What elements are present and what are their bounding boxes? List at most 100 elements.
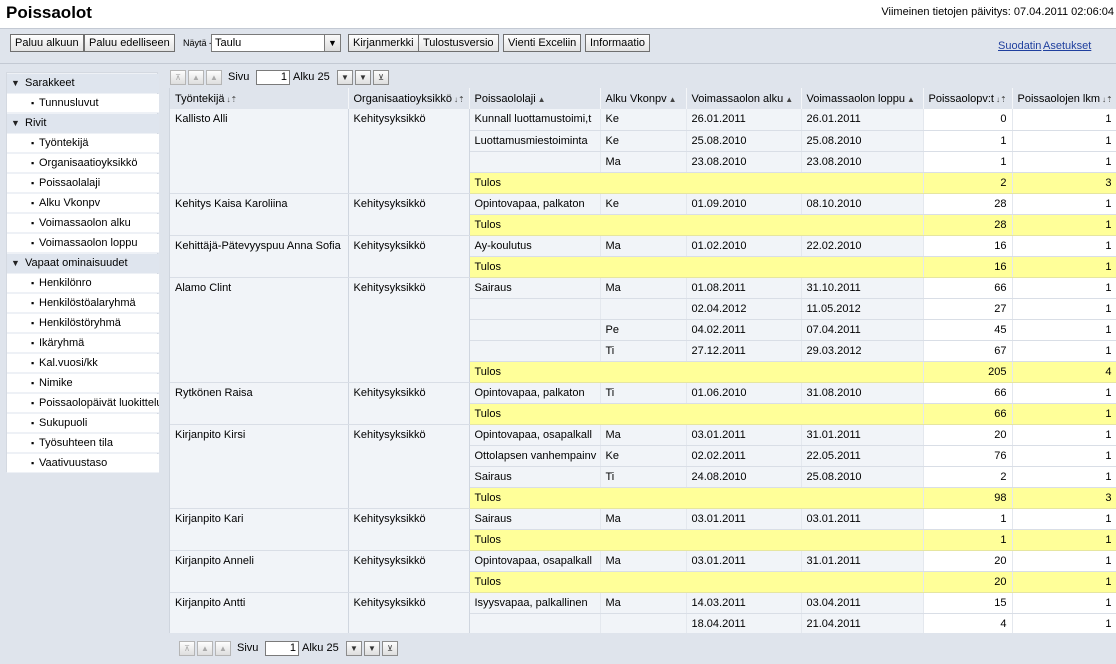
page-down-icon[interactable]: ▼ [346, 641, 362, 656]
page-number-input[interactable]: 1 [265, 641, 299, 656]
sidebar-item[interactable]: ▪ Organisaatioyksikkö [7, 154, 159, 173]
sort-icon[interactable]: ↓⇡ [227, 95, 238, 104]
column-header[interactable]: Poissaolojen lkm ↓⇡ [1012, 88, 1116, 109]
sidebar-item[interactable]: ▪ Nimike [7, 374, 159, 393]
chevron-down-icon[interactable]: ▼ [324, 35, 340, 51]
page-down-icon[interactable]: ▼ [337, 70, 353, 85]
sort-icon[interactable]: ↓⇡ [454, 95, 465, 104]
triangle-down-icon[interactable]: ▼ [11, 114, 20, 133]
page-up-icon[interactable]: ▲ [206, 70, 222, 85]
back-to-previous-button[interactable]: Paluu edelliseen [84, 34, 175, 52]
valid-from-cell: 02.02.2011 [686, 445, 802, 467]
sidebar-section[interactable]: ▼ Rivit [7, 114, 159, 133]
page-up-fast-icon[interactable]: ▲ [197, 641, 213, 656]
page-down-fast-icon[interactable]: ▼ [364, 641, 380, 656]
page-up-icon[interactable]: ▲ [215, 641, 231, 656]
sidebar-item[interactable]: ▪ Työntekijä [7, 134, 159, 153]
last-page-icon[interactable]: ⊻ [382, 641, 398, 656]
start-weekday-cell [600, 613, 687, 633]
table-row[interactable]: Kirjanpito Kari Kehitysyksikkö Sairaus Ma 03… [170, 508, 1116, 551]
sidebar-item[interactable]: ▪ Henkilönro [7, 274, 159, 293]
sidebar-section[interactable]: ▼ Vapaat ominaisuudet [7, 254, 159, 273]
table-row[interactable]: Kirjanpito Anneli Kehitysyksikkö Opintovap… [170, 550, 1116, 593]
page-title: Poissaolot [6, 3, 92, 22]
sidebar-item[interactable]: ▪ Voimassaolon loppu [7, 234, 159, 253]
start-weekday-cell: Ma [600, 151, 687, 173]
pager-bottom: ⊼ ▲ ▲ Sivu 1 Alku 25 ▼ ▼ ⊻ [179, 638, 409, 658]
column-header[interactable]: Työntekijä ↓⇡ [170, 88, 349, 109]
table-row[interactable]: Kehittäjä-Pätevyyspuu Anna Sofia Kehitysy… [170, 235, 1116, 278]
sidebar-item[interactable]: ▪ Alku Vkonpv [7, 194, 159, 213]
table-body: Kallisto Alli Kehitysyksikkö Kunnall luott… [170, 109, 1116, 633]
subtotal-days: 16 [923, 256, 1013, 278]
page-down-fast-icon[interactable]: ▼ [355, 70, 371, 85]
absence-days-cell: 2 [923, 466, 1013, 488]
back-to-start-button[interactable]: Paluu alkuun [10, 34, 84, 52]
sidebar-item[interactable]: ▪ Tunnusluvut [7, 94, 159, 113]
sidebar-item[interactable]: ▪ Voimassaolon alku [7, 214, 159, 233]
absence-days-cell: 27 [923, 298, 1013, 320]
sort-icon[interactable]: ▲ [785, 95, 793, 104]
sidebar-item[interactable]: ▪ Vaativuustaso [7, 454, 159, 473]
sidebar-item[interactable]: ▪ Henkilöstöryhmä [7, 314, 159, 333]
table-row[interactable]: Alamo Clint Kehitysyksikkö Sairaus Ma 01.08.… [170, 277, 1116, 383]
table-row[interactable]: Kallisto Alli Kehitysyksikkö Kunnall luott… [170, 109, 1116, 194]
triangle-down-icon[interactable]: ▼ [11, 254, 20, 273]
absence-days-cell: 66 [923, 382, 1013, 404]
employee-cell: Rytkönen Raisa [170, 382, 349, 425]
sidebar-item[interactable]: ▪ Poissaolopäivät luokittelu [7, 394, 159, 413]
subtotal-label: Tulos [469, 571, 924, 593]
column-header[interactable]: Voimassaolon loppu ▲ [801, 88, 924, 109]
start-weekday-cell: Ke [600, 193, 687, 215]
print-version-button[interactable]: Tulostusversio [418, 34, 499, 52]
sort-icon[interactable]: ▲ [538, 95, 546, 104]
sort-icon[interactable]: ↓⇡ [1102, 95, 1113, 104]
sidebar-item[interactable]: ▪ Henkilöstöalaryhmä [7, 294, 159, 313]
last-page-icon[interactable]: ⊻ [373, 70, 389, 85]
sort-icon[interactable]: ▲ [907, 95, 915, 104]
sort-icon[interactable]: ▲ [669, 95, 677, 104]
page-up-fast-icon[interactable]: ▲ [188, 70, 204, 85]
sidebar-item[interactable]: ▪ Ikäryhmä [7, 334, 159, 353]
sidebar-item-label: Henkilöstöalaryhmä [39, 297, 136, 309]
org-unit-cell: Kehitysyksikkö [348, 193, 470, 236]
filter-link[interactable]: Suodatin [998, 40, 1041, 52]
table-row[interactable]: Kirjanpito Antti Kehitysyksikkö Isyysvapaa… [170, 592, 1116, 633]
column-header[interactable]: Organisaatioyksikkö ↓⇡ [348, 88, 470, 109]
column-header-label: Poissaololaji [474, 92, 536, 105]
export-excel-button[interactable]: Vienti Exceliin [503, 34, 582, 52]
sidebar-item[interactable]: ▪ Työsuhteen tila [7, 434, 159, 453]
sidebar-item[interactable]: ▪ Poissaolalaji [7, 174, 159, 193]
subtotal-label: Tulos [469, 529, 924, 551]
absence-days-cell: 66 [923, 277, 1013, 299]
start-weekday-cell: Ke [600, 130, 687, 152]
sidebar-item-label: Työntekijä [39, 137, 89, 149]
sidebar-item[interactable]: ▪ Sukupuoli [7, 414, 159, 433]
show-select[interactable]: Taulu ▼ [211, 34, 341, 52]
subtotal-days: 98 [923, 487, 1013, 509]
absence-count-cell: 1 [1012, 445, 1116, 467]
first-page-icon[interactable]: ⊼ [170, 70, 186, 85]
sidebar-item[interactable]: ▪ Kal.vuosi/kk [7, 354, 159, 373]
triangle-down-icon[interactable]: ▼ [11, 74, 20, 93]
column-header[interactable]: Voimassaolon alku ▲ [686, 88, 802, 109]
settings-link[interactable]: Asetukset [1043, 40, 1091, 52]
column-header[interactable]: Poissaololaji ▲ [469, 88, 601, 109]
column-header[interactable]: Poissaolopv:t ↓⇡ [923, 88, 1013, 109]
valid-to-cell: 22.02.2010 [801, 235, 924, 257]
bullet-icon: ▪ [31, 198, 35, 208]
sidebar-section-label: Vapaat ominaisuudet [25, 257, 128, 269]
bullet-icon: ▪ [31, 298, 35, 308]
column-header[interactable]: Alku Vkonpv ▲ [600, 88, 687, 109]
table-row[interactable]: Kirjanpito Kirsi Kehitysyksikkö Opintovapa… [170, 424, 1116, 509]
sort-icon[interactable]: ↓⇡ [996, 95, 1007, 104]
information-button[interactable]: Informaatio [585, 34, 651, 52]
sidebar-section[interactable]: ▼ Sarakkeet [7, 74, 159, 93]
absence-count-cell: 1 [1012, 466, 1116, 488]
table-row[interactable]: Kehitys Kaisa Karoliina Kehitysyksikkö Opi… [170, 193, 1116, 236]
page-number-input[interactable]: 1 [256, 70, 290, 85]
first-page-icon[interactable]: ⊼ [179, 641, 195, 656]
table-row[interactable]: Rytkönen Raisa Kehitysyksikkö Opintovapaa,… [170, 382, 1116, 425]
sidebar-item-label: Työsuhteen tila [39, 437, 113, 449]
bookmark-button[interactable]: Kirjanmerkki [348, 34, 419, 52]
